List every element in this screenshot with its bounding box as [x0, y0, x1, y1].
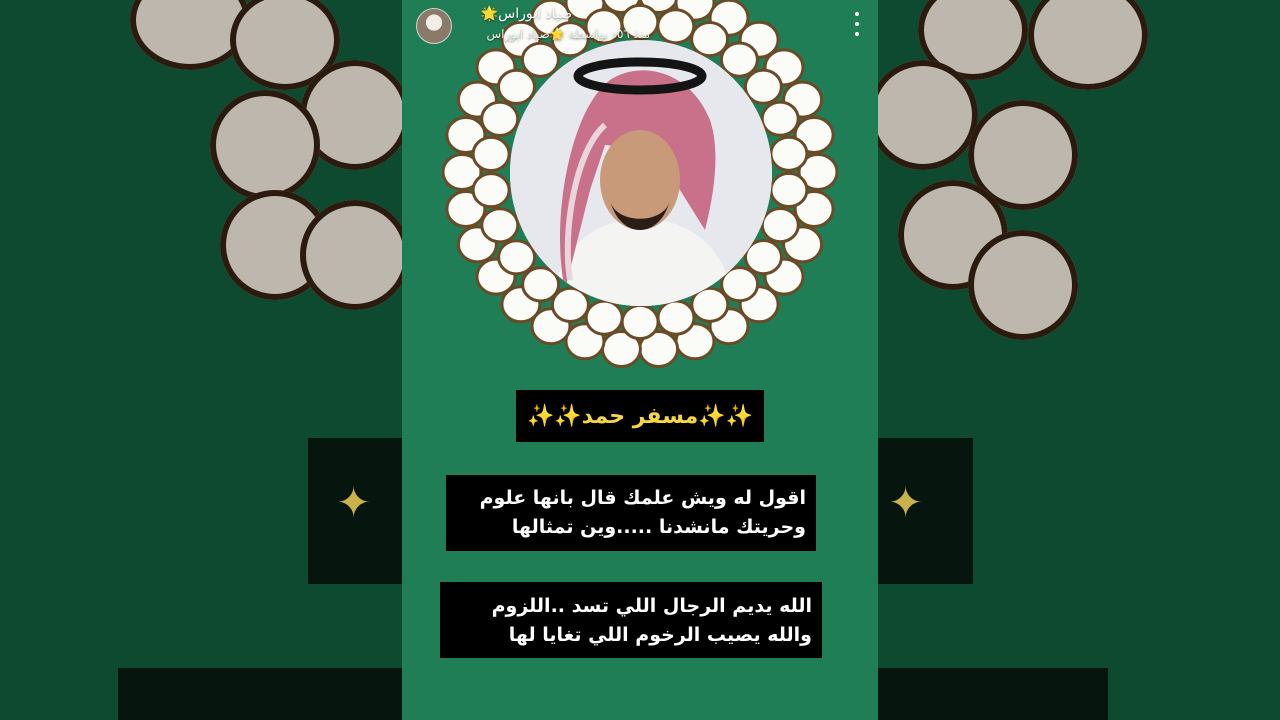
petal	[480, 100, 520, 138]
username[interactable]: صياد ابوراس🌟	[481, 6, 572, 22]
petal	[743, 68, 783, 105]
petal	[584, 299, 624, 336]
petal	[471, 172, 511, 209]
background-blur-right: ✦	[878, 0, 1280, 720]
petal	[744, 239, 783, 276]
petal	[769, 135, 809, 172]
petal	[480, 207, 520, 244]
petal	[550, 286, 590, 323]
petal	[620, 303, 660, 341]
profile-photo	[510, 40, 772, 306]
background-blur-left: ✦	[0, 0, 402, 720]
story-meta: منذ ٥٦د بواسطة 🌟صياد ابوراس	[486, 27, 650, 41]
petal	[760, 100, 800, 137]
petal	[656, 299, 696, 336]
verse-block: الله يديم الرجال اللي تسد ..اللزوم والله…	[440, 582, 822, 658]
more-vertical-icon[interactable]	[852, 12, 862, 36]
name-label: ✨✨مسفر حمد✨✨	[516, 390, 764, 442]
sparkle-icon: ✦	[888, 478, 924, 527]
verse-line: والله يصيب الرخوم اللي تغايا لها	[508, 624, 812, 646]
petal	[521, 266, 561, 303]
verse-block: اقول له ويش علمك قال بانها علوم وحريتك م…	[446, 475, 816, 551]
petal	[690, 286, 730, 323]
story-header: صياد ابوراس🌟 منذ ٥٦د بواسطة 🌟صياد ابوراس	[402, 0, 878, 50]
petal	[497, 68, 536, 106]
petal	[769, 171, 809, 209]
poet-name: ✨✨مسفر حمد✨✨	[526, 403, 754, 429]
story-viewer[interactable]: صياد ابوراس🌟 منذ ٥٦د بواسطة 🌟صياد ابوراس…	[402, 0, 878, 720]
petal	[760, 207, 800, 244]
verse-line: وحريتك مانشدنا .....وين تمثالها	[511, 516, 806, 538]
avatar[interactable]	[416, 8, 452, 44]
verse-line: اقول له ويش علمك قال بانها علوم	[479, 487, 806, 509]
verse-line: الله يديم الرجال اللي تسد ..اللزوم	[491, 595, 812, 617]
petal	[471, 135, 511, 173]
petal	[497, 239, 537, 276]
sparkle-icon: ✦	[336, 478, 372, 527]
